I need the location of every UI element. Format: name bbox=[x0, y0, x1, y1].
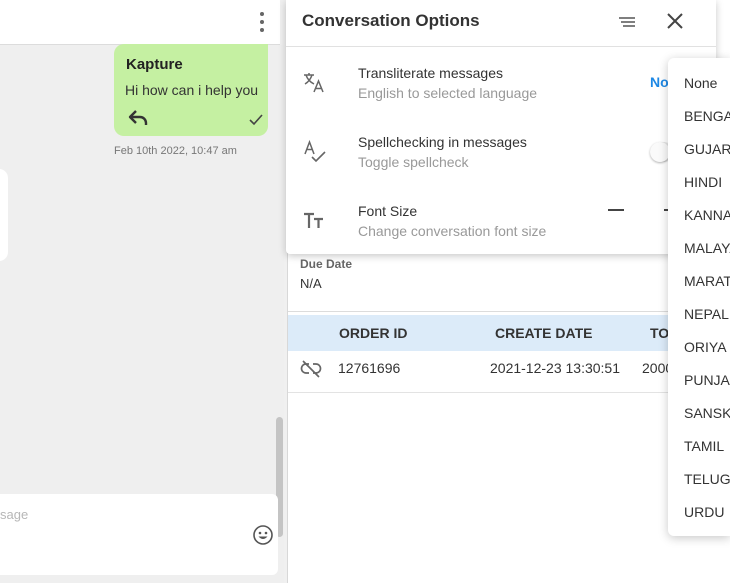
option-title: Font Size bbox=[358, 203, 418, 219]
option-subtitle: English to selected language bbox=[358, 85, 538, 101]
message-composer[interactable]: sage bbox=[0, 494, 278, 575]
option-title: Spellchecking in messages bbox=[358, 134, 527, 150]
language-option-marathi[interactable]: MARATHI bbox=[684, 273, 730, 289]
language-option-oriya[interactable]: ORIYA bbox=[684, 339, 727, 355]
check-icon bbox=[249, 114, 263, 126]
language-option-tamil[interactable]: TAMIL bbox=[684, 438, 724, 454]
reply-icon[interactable] bbox=[128, 109, 148, 127]
conversation-options-panel: Conversation Options Transliterate messa… bbox=[286, 0, 716, 254]
column-header-total[interactable]: TO bbox=[650, 325, 669, 341]
language-option-none[interactable]: None bbox=[684, 75, 717, 91]
language-option-malayalam[interactable]: MALAYALAM bbox=[684, 240, 730, 256]
language-option-nepali[interactable]: NEPALI bbox=[684, 306, 730, 322]
kebab-menu-icon[interactable] bbox=[254, 12, 270, 32]
column-header-order-id[interactable]: ORDER ID bbox=[339, 325, 407, 341]
composer-placeholder: sage bbox=[0, 507, 29, 522]
panel-title: Conversation Options bbox=[302, 11, 480, 30]
language-option-kannada[interactable]: KANNADA bbox=[684, 207, 730, 223]
option-title: Transliterate messages bbox=[358, 65, 503, 81]
message-timestamp: Feb 10th 2022, 10:47 am bbox=[114, 145, 237, 157]
lines-icon[interactable] bbox=[618, 14, 636, 30]
divider bbox=[286, 46, 716, 47]
decrease-font-button[interactable] bbox=[608, 209, 624, 211]
language-option-sanskrit[interactable]: SANSKRIT bbox=[684, 405, 730, 421]
language-option-punjabi[interactable]: PUNJABI bbox=[684, 372, 730, 388]
orders-table-header: ORDER ID CREATE DATE TO bbox=[288, 315, 730, 351]
message-card-partial bbox=[0, 169, 8, 261]
spellcheck-icon bbox=[304, 139, 326, 163]
language-option-telugu[interactable]: TELUGU bbox=[684, 471, 730, 487]
message-text: Hi how can i help you bbox=[125, 82, 259, 98]
transliterate-language-select[interactable]: No bbox=[650, 74, 669, 90]
language-option-hindi[interactable]: HINDI bbox=[684, 174, 722, 190]
due-date-value: N/A bbox=[300, 276, 322, 291]
message-bubble: Kapture Hi how can i help you bbox=[114, 44, 268, 136]
cell-order-id: 12761696 bbox=[338, 360, 401, 376]
toggle-knob bbox=[650, 142, 670, 162]
divider bbox=[288, 311, 730, 312]
table-row[interactable]: 12761696 2021-12-23 13:30:51 2000 bbox=[288, 351, 730, 393]
emoji-icon[interactable] bbox=[252, 524, 274, 546]
language-option-bengali[interactable]: BENGALI bbox=[684, 108, 730, 124]
column-header-create-date[interactable]: CREATE DATE bbox=[495, 325, 592, 341]
option-subtitle: Toggle spellcheck bbox=[358, 154, 469, 170]
due-date-label: Due Date bbox=[300, 257, 353, 271]
font-size-icon bbox=[304, 212, 323, 228]
chat-header bbox=[0, 0, 280, 45]
close-icon[interactable] bbox=[666, 12, 684, 30]
language-option-gujarati[interactable]: GUJARATI bbox=[684, 141, 730, 157]
unlink-icon[interactable] bbox=[300, 359, 322, 379]
option-subtitle: Change conversation font size bbox=[358, 223, 547, 239]
translate-icon bbox=[304, 73, 324, 93]
option-font-size[interactable]: Font Size Change conversation font size bbox=[286, 194, 716, 250]
language-option-urdu[interactable]: URDU bbox=[684, 504, 724, 520]
message-sender: Kapture bbox=[126, 56, 183, 73]
language-dropdown: None BENGALI GUJARATI HINDI KANNADA MALA… bbox=[668, 58, 730, 536]
cell-create-date: 2021-12-23 13:30:51 bbox=[490, 360, 620, 376]
